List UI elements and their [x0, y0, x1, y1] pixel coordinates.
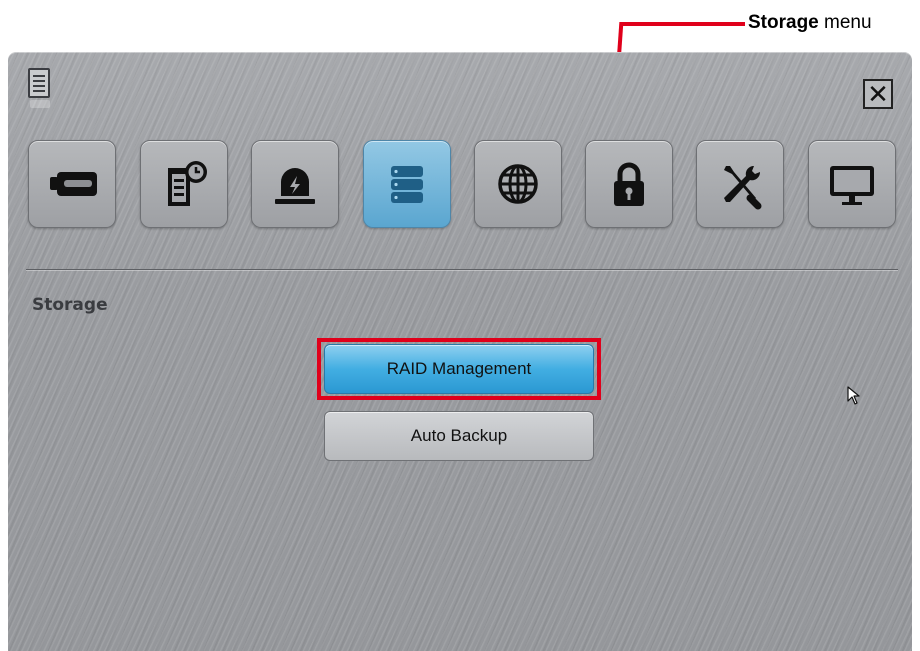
raid-management-button[interactable]: RAID Management [324, 344, 594, 394]
hdd-icon [50, 172, 97, 196]
callout-line-horizontal [621, 22, 745, 26]
mouse-cursor-icon [847, 386, 860, 405]
menu-icon-reflection [30, 100, 50, 108]
tab-recording[interactable] [28, 140, 116, 228]
tab-system[interactable] [696, 140, 784, 228]
tab-network[interactable] [474, 140, 562, 228]
lock-icon [614, 162, 644, 206]
schedule-icon [168, 161, 207, 206]
tab-storage[interactable] [363, 140, 451, 228]
monitor-icon [830, 166, 874, 205]
close-button[interactable]: ✕ [863, 79, 893, 109]
tab-display[interactable] [808, 140, 896, 228]
storage-menu-callout: Storage menu [748, 12, 872, 33]
close-icon: ✕ [867, 79, 889, 109]
tab-alarm[interactable] [251, 140, 339, 228]
auto-backup-button[interactable]: Auto Backup [324, 411, 594, 461]
tab-security[interactable] [585, 140, 673, 228]
section-title: Storage [32, 295, 108, 315]
alarm-icon [275, 168, 315, 204]
storage-icon [391, 166, 423, 203]
menu-icon[interactable] [28, 68, 50, 98]
tools-icon [724, 165, 762, 210]
tab-schedule[interactable] [140, 140, 228, 228]
network-icon [498, 164, 538, 204]
section-divider [26, 269, 898, 270]
settings-panel: ✕ Storage RAID Management Auto Backup [8, 52, 912, 651]
